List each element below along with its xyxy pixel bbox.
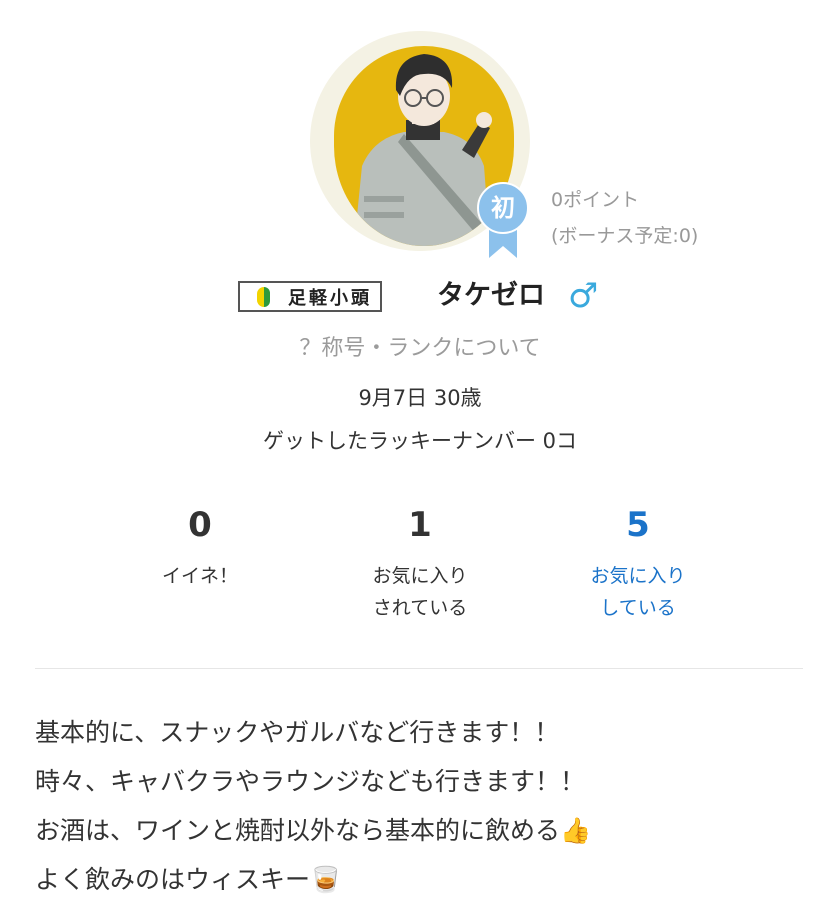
username: タケゼロ: [437, 280, 545, 311]
male-icon: ♂: [568, 276, 599, 316]
stat-favoriting-label: お気に入り している: [590, 565, 686, 619]
bio-line: 時々、キャバクラやラウンジなども行きます！！: [35, 767, 586, 796]
birthday-age: 9月7日 30歳: [358, 386, 482, 410]
stats-row: 0 イイネ！ 1 お気に入り されている 5 お気に入り している: [0, 503, 840, 633]
bio-line: お酒は、ワインと焼酎以外なら基本的に飲める👍: [35, 816, 592, 845]
bio-line: 基本的に、スナックやガルバなど行きます！！: [35, 718, 560, 747]
rank-badge-label: 初: [491, 194, 515, 222]
bio-line: よく飲みのはウィスキー🥃: [35, 865, 342, 894]
stat-favorited-by[interactable]: 1 お気に入り されている: [320, 503, 520, 624]
stat-favoriting-count: 5: [626, 505, 650, 545]
stat-likes[interactable]: 0 イイネ！: [100, 503, 300, 592]
rank-badge: 初: [476, 182, 534, 260]
bonus-points-text: (ボーナス予定:0): [551, 225, 699, 247]
stat-likes-label: イイネ！: [161, 565, 238, 587]
stat-likes-count: 0: [188, 505, 212, 545]
wakaba-beginner-icon: [257, 286, 270, 307]
profile-header: 初 0ポイント (ボーナス予定:0) 足軽小頭 タケゼロ ♂ ？称号・ランクにつ…: [0, 0, 840, 470]
rank-info-link[interactable]: ？称号・ランクについて: [0, 333, 840, 365]
stat-favoriting[interactable]: 5 お気に入り している: [538, 503, 738, 624]
stat-favorited-by-count: 1: [408, 505, 432, 545]
lucky-number-count: ゲットしたラッキーナンバー 0コ: [262, 429, 578, 453]
bio-text: 基本的に、スナックやガルバなど行きます！！ 時々、キャバクラやラウンジなども行き…: [35, 708, 825, 904]
title-badge-label: 足軽小頭: [288, 287, 372, 309]
stat-favorited-by-label: お気に入り されている: [372, 565, 468, 619]
points-text: 0ポイント: [551, 189, 640, 211]
divider: [35, 668, 803, 669]
title-badge: 足軽小頭: [238, 281, 382, 312]
